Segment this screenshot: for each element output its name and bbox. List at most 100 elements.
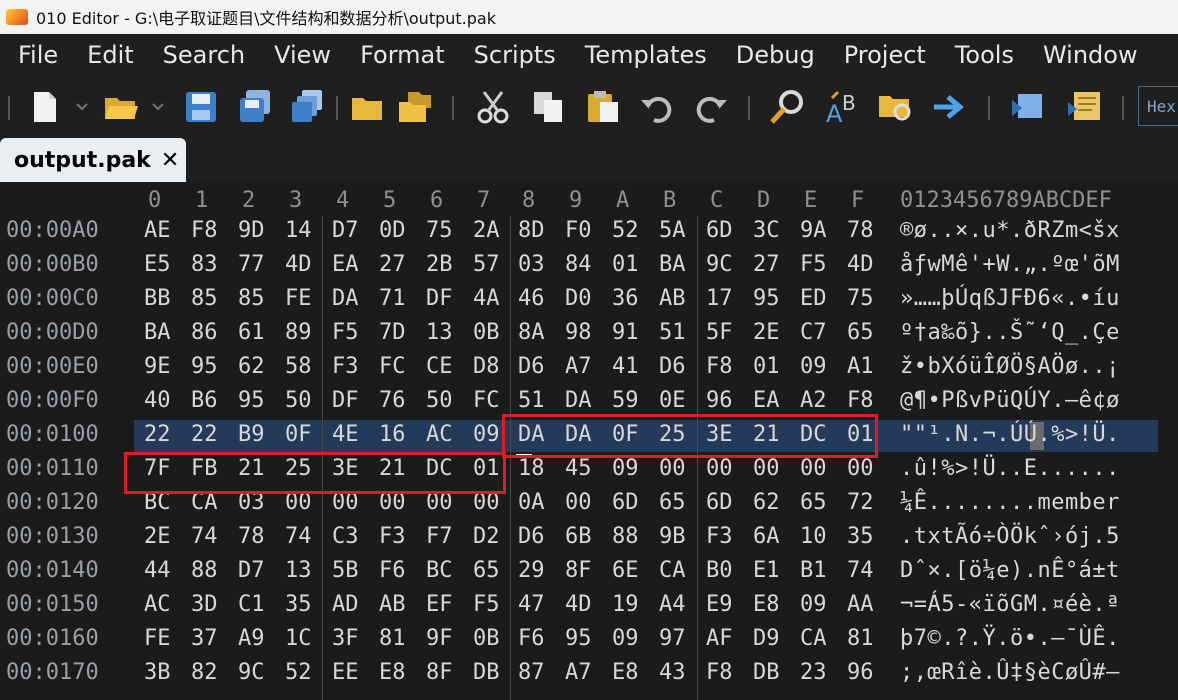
hex-byte[interactable]: CA — [659, 558, 686, 583]
hex-byte[interactable]: 35 — [285, 592, 312, 617]
ascii-text[interactable]: ;‚œRîè.Û‡§èCøÛ#– — [900, 660, 1120, 685]
hex-byte[interactable]: D7 — [332, 218, 359, 243]
ascii-text[interactable]: º†a‰õ}..Š˜‘Q_.Çe — [900, 320, 1120, 345]
toolbar-grip[interactable] — [8, 96, 10, 120]
cut-icon[interactable] — [474, 88, 512, 126]
hex-byte[interactable]: D6 — [659, 354, 686, 379]
hex-byte[interactable]: D8 — [473, 354, 500, 379]
hex-byte[interactable]: F7 — [426, 524, 453, 549]
hex-byte[interactable]: 9B — [659, 524, 686, 549]
hex-byte[interactable]: F5 — [473, 592, 500, 617]
hex-byte[interactable]: 65 — [800, 490, 827, 515]
hex-byte[interactable]: 2E — [753, 320, 780, 345]
hex-byte[interactable]: AF — [706, 626, 733, 651]
hex-byte[interactable]: 00 — [565, 490, 592, 515]
hex-byte[interactable]: F6 — [379, 558, 406, 583]
hex-byte[interactable]: A9 — [238, 626, 265, 651]
hex-byte[interactable]: AE — [144, 218, 171, 243]
hex-byte[interactable]: 6A — [753, 524, 780, 549]
ascii-text[interactable]: ž•bXóüÎØÖ§AÖø..¡ — [900, 354, 1120, 379]
hex-byte[interactable]: FE — [285, 286, 312, 311]
hex-byte[interactable]: 82 — [191, 660, 218, 685]
menu-format[interactable]: Format — [342, 41, 456, 69]
menu-project[interactable]: Project — [826, 41, 937, 69]
hex-byte[interactable]: AD — [332, 592, 359, 617]
hex-byte[interactable]: EF — [426, 592, 453, 617]
hex-byte[interactable]: CE — [426, 354, 453, 379]
hex-byte[interactable]: 14 — [285, 218, 312, 243]
hex-byte[interactable]: B6 — [191, 388, 218, 413]
hex-byte[interactable]: 50 — [426, 388, 453, 413]
ascii-text[interactable]: @¶•PßvPüQÚY.–ê¢ø — [900, 388, 1120, 413]
hex-byte[interactable]: DB — [753, 660, 780, 685]
undo-icon[interactable] — [638, 88, 676, 126]
hex-byte[interactable]: 4D — [847, 252, 874, 277]
hex-byte[interactable]: 74 — [191, 524, 218, 549]
hex-byte[interactable]: BC — [426, 558, 453, 583]
hex-byte[interactable]: 03 — [518, 252, 545, 277]
open-folder-icon[interactable] — [102, 88, 140, 126]
run-template-icon[interactable] — [1066, 88, 1104, 126]
hex-byte[interactable]: 65 — [659, 490, 686, 515]
hex-byte[interactable]: 00 — [706, 456, 733, 481]
hex-byte[interactable]: F3 — [706, 524, 733, 549]
hex-byte[interactable]: E9 — [706, 592, 733, 617]
hex-byte[interactable]: 78 — [847, 218, 874, 243]
ascii-text[interactable]: ®ø..×.u*.ðRZm<šx — [900, 218, 1120, 243]
hex-byte[interactable]: 36 — [612, 286, 639, 311]
hex-byte[interactable]: 65 — [847, 320, 874, 345]
hex-byte[interactable]: 95 — [753, 286, 780, 311]
menu-file[interactable]: File — [0, 41, 69, 69]
hex-byte[interactable]: 01 — [753, 354, 780, 379]
hex-byte[interactable]: 84 — [565, 252, 592, 277]
hex-byte[interactable]: 72 — [847, 490, 874, 515]
hex-byte[interactable]: 46 — [518, 286, 545, 311]
hex-byte[interactable]: 62 — [238, 354, 265, 379]
chevron-down-icon[interactable] — [72, 88, 92, 126]
hex-byte[interactable]: AC — [144, 592, 171, 617]
hex-byte[interactable]: B1 — [800, 558, 827, 583]
hex-byte[interactable]: 9A — [800, 218, 827, 243]
ascii-text[interactable]: ¼Ê........member — [900, 490, 1120, 515]
hex-byte[interactable]: 52 — [612, 218, 639, 243]
hex-byte[interactable]: FC — [473, 388, 500, 413]
new-file-icon[interactable] — [26, 88, 64, 126]
hex-byte[interactable]: 6E — [612, 558, 639, 583]
menu-scripts[interactable]: Scripts — [456, 41, 567, 69]
hex-byte[interactable]: 71 — [379, 286, 406, 311]
hex-byte[interactable]: 75 — [847, 286, 874, 311]
hex-byte[interactable]: A4 — [659, 592, 686, 617]
menu-edit[interactable]: Edit — [69, 41, 144, 69]
hex-byte[interactable]: 51 — [659, 320, 686, 345]
hex-byte[interactable]: 9E — [144, 354, 171, 379]
hex-byte[interactable]: B0 — [706, 558, 733, 583]
hex-byte[interactable]: 0A — [518, 490, 545, 515]
hex-byte[interactable]: 74 — [847, 558, 874, 583]
hex-byte[interactable]: 35 — [847, 524, 874, 549]
hex-byte[interactable]: 91 — [612, 320, 639, 345]
hex-byte[interactable]: 1C — [285, 626, 312, 651]
hex-byte[interactable]: 3F — [332, 626, 359, 651]
hex-byte[interactable]: F3 — [332, 354, 359, 379]
hex-byte[interactable]: 3C — [753, 218, 780, 243]
hex-byte[interactable]: 78 — [238, 524, 265, 549]
hex-byte[interactable]: 77 — [238, 252, 265, 277]
hex-byte[interactable]: 83 — [191, 252, 218, 277]
hex-byte[interactable]: 87 — [518, 660, 545, 685]
replace-icon[interactable]: AB — [824, 88, 862, 126]
close-icon[interactable]: ✕ — [161, 148, 179, 173]
hex-byte[interactable]: F0 — [565, 218, 592, 243]
hex-byte[interactable]: 74 — [285, 524, 312, 549]
hex-byte[interactable]: 9C — [238, 660, 265, 685]
open-folder-small-icon[interactable] — [348, 88, 386, 126]
hex-byte[interactable]: 13 — [285, 558, 312, 583]
hex-byte[interactable]: 86 — [191, 320, 218, 345]
hex-byte[interactable]: 2E — [144, 524, 171, 549]
hex-byte[interactable]: 27 — [753, 252, 780, 277]
hex-byte[interactable]: 81 — [847, 626, 874, 651]
hex-byte[interactable]: A2 — [800, 388, 827, 413]
hex-byte[interactable]: 9C — [706, 252, 733, 277]
menu-tools[interactable]: Tools — [937, 41, 1025, 69]
hex-byte[interactable]: 3B — [144, 660, 171, 685]
menu-templates[interactable]: Templates — [567, 41, 718, 69]
